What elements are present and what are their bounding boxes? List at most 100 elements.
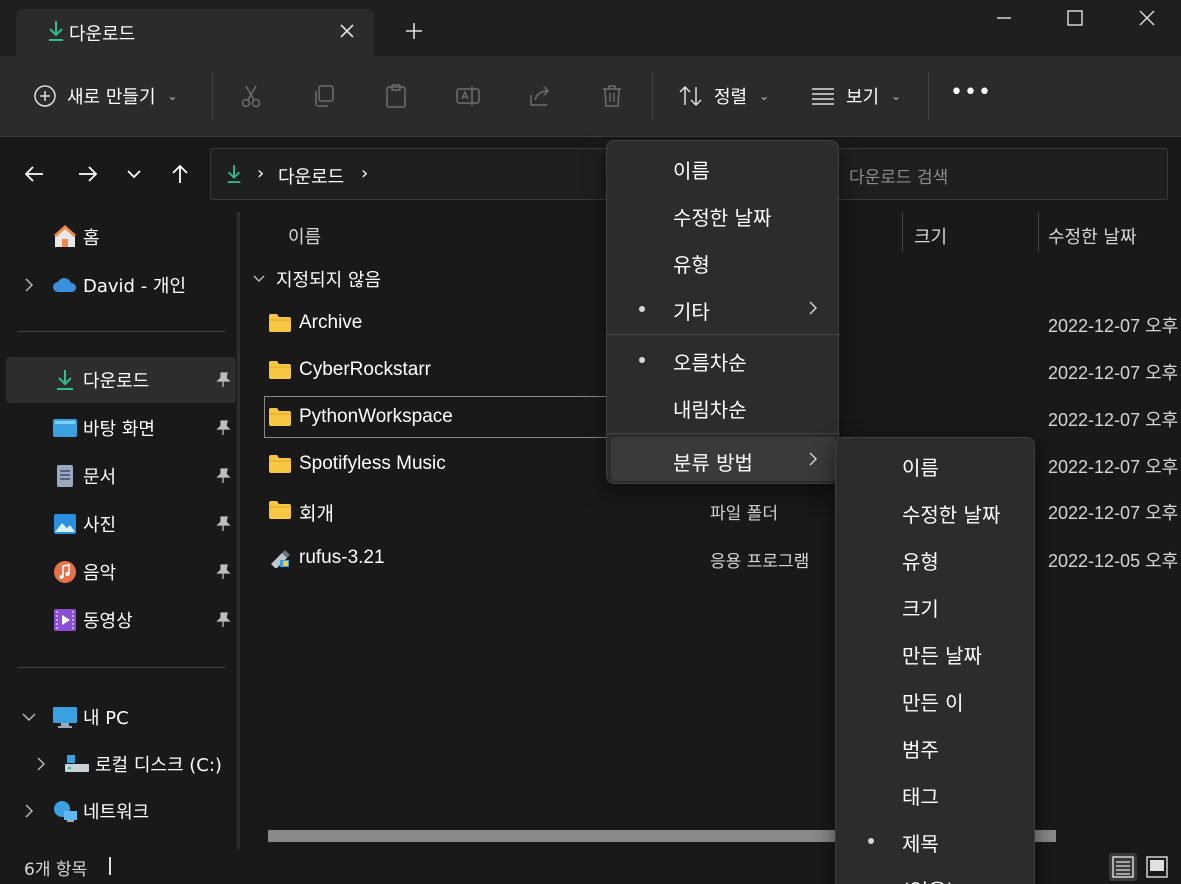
chevron-down-icon[interactable]: [20, 708, 38, 726]
sort-by-date-modified[interactable]: 수정한 날짜: [611, 192, 836, 236]
sidebar-item-label: 내 PC: [83, 708, 129, 729]
sidebar-item-home[interactable]: 홈: [6, 214, 236, 260]
sort-descending[interactable]: 내림차순: [611, 384, 836, 428]
breadcrumb-chevron-icon[interactable]: ›: [257, 163, 264, 184]
file-date: 2022-12-07 오후: [1048, 363, 1179, 383]
menu-item-label: 내림차순: [673, 398, 747, 422]
chevron-right-icon[interactable]: [20, 802, 38, 820]
copy-icon[interactable]: [311, 83, 337, 109]
menu-item-label: 오름차순: [673, 351, 747, 375]
sidebar-item-downloads[interactable]: 다운로드: [6, 357, 236, 403]
group-by-type[interactable]: 유형: [840, 536, 1032, 580]
menu-item-label: 수정한 날짜: [902, 503, 1001, 527]
menu-item-label: 만든 날짜: [902, 644, 982, 668]
rename-icon[interactable]: [455, 83, 481, 109]
minimize-icon[interactable]: [992, 6, 1016, 30]
pin-icon[interactable]: [214, 611, 232, 629]
sidebar-item-pictures[interactable]: 사진: [6, 501, 236, 547]
pin-icon[interactable]: [214, 563, 232, 581]
details-view-icon: [1112, 856, 1134, 878]
column-header-modified[interactable]: 수정한 날짜: [1048, 223, 1137, 249]
sort-button-label: 정렬: [714, 87, 748, 108]
group-by-date-created[interactable]: 만든 날짜: [840, 630, 1032, 674]
group-by-date-modified[interactable]: 수정한 날짜: [840, 489, 1032, 533]
sidebar-divider: [18, 667, 225, 668]
plus-icon[interactable]: [402, 19, 426, 43]
toolbar-divider: [928, 72, 929, 120]
group-by-name[interactable]: 이름: [840, 442, 1032, 486]
sort-menu: 이름 수정한 날짜 유형 기타 오름차순 내림차순 분류 방법: [606, 140, 840, 484]
file-name: 회개: [299, 504, 334, 525]
sidebar-item-label: 동영상: [83, 611, 133, 632]
column-separator[interactable]: [902, 212, 903, 252]
group-by-none[interactable]: (없음): [840, 865, 1032, 884]
group-by-category[interactable]: 범주: [840, 724, 1032, 768]
breadcrumb-downloads[interactable]: 다운로드: [278, 163, 344, 189]
group-header[interactable]: 지정되지 않음: [252, 266, 381, 292]
sidebar-item-desktop[interactable]: 바탕 화면: [6, 405, 236, 451]
forward-arrow-icon[interactable]: [76, 162, 100, 186]
more-icon: •••: [950, 80, 992, 105]
download-icon: [227, 165, 241, 183]
sidebar-item-label: 로컬 디스크 (C:): [95, 755, 222, 776]
column-header-name[interactable]: 이름: [288, 223, 321, 249]
sidebar-item-documents[interactable]: 문서: [6, 453, 236, 499]
more-options-button[interactable]: •••: [950, 80, 992, 105]
file-date: 2022-12-07 오후: [1048, 316, 1179, 336]
sort-by-more[interactable]: 기타: [611, 286, 836, 330]
item-count: 6개 항목: [24, 860, 88, 880]
share-icon[interactable]: [527, 83, 553, 109]
group-by[interactable]: 분류 방법: [611, 437, 836, 481]
sidebar-item-label: 음악: [83, 563, 117, 584]
back-arrow-icon[interactable]: [22, 162, 46, 186]
tab-downloads[interactable]: 다운로드: [16, 9, 374, 56]
sidebar-item-music[interactable]: 음악: [6, 549, 236, 595]
menu-item-label: 크기: [902, 597, 939, 621]
cut-icon[interactable]: [238, 83, 264, 109]
pin-icon[interactable]: [214, 467, 232, 485]
view-button[interactable]: 보기 ⌄: [810, 83, 901, 109]
new-button[interactable]: 새로 만들기 ⌄: [33, 83, 178, 109]
sidebar-item-videos[interactable]: 동영상: [6, 597, 236, 643]
column-separator[interactable]: [1038, 212, 1039, 252]
sort-button[interactable]: 정렬 ⌄: [678, 83, 769, 109]
menu-item-label: 수정한 날짜: [673, 206, 772, 230]
sort-ascending[interactable]: 오름차순: [611, 337, 836, 381]
menu-item-label: 범주: [902, 738, 939, 762]
window-close-icon[interactable]: [1135, 6, 1159, 30]
recent-locations-chevron-icon[interactable]: [122, 162, 146, 186]
address-bar[interactable]: › 다운로드 ›: [210, 148, 610, 200]
chevron-right-icon[interactable]: [20, 276, 38, 294]
maximize-icon[interactable]: [1063, 6, 1087, 30]
details-view-button[interactable]: [1109, 853, 1137, 881]
group-by-size[interactable]: 크기: [840, 583, 1032, 627]
pin-icon[interactable]: [214, 371, 232, 389]
group-by-tags[interactable]: 태그: [840, 771, 1032, 815]
search-input[interactable]: 다운로드 검색: [836, 148, 1168, 200]
sort-by-name[interactable]: 이름: [611, 145, 836, 189]
tiles-view-button[interactable]: [1143, 853, 1171, 881]
pin-icon[interactable]: [214, 515, 232, 533]
group-by-title[interactable]: 제목: [840, 818, 1032, 862]
menu-divider: [607, 433, 840, 434]
close-icon[interactable]: [334, 18, 360, 44]
sidebar-item-this-pc[interactable]: 내 PC: [6, 694, 236, 740]
column-header-size[interactable]: 크기: [914, 223, 947, 249]
chevron-right-icon[interactable]: [32, 755, 50, 773]
title-bar: 다운로드: [0, 0, 1181, 56]
paste-icon[interactable]: [383, 83, 409, 109]
navigation-bar: › 다운로드 › 다운로드 검색: [0, 138, 1181, 212]
group-by-author[interactable]: 만든 이: [840, 677, 1032, 721]
status-separator: [109, 857, 111, 875]
sidebar-item-local-disk[interactable]: 로컬 디스크 (C:): [6, 741, 236, 787]
sidebar-item-onedrive[interactable]: David - 개인: [6, 262, 236, 308]
selected-dot-icon: [639, 306, 645, 312]
delete-icon[interactable]: [599, 83, 625, 109]
sidebar-item-network[interactable]: 네트워크: [6, 788, 236, 834]
up-arrow-icon[interactable]: [168, 162, 192, 186]
sort-by-type[interactable]: 유형: [611, 239, 836, 283]
pin-icon[interactable]: [214, 419, 232, 437]
breadcrumb-chevron-icon[interactable]: ›: [361, 163, 368, 184]
file-row[interactable]: rufus-3.21 응용 프로그램 2022-12-05 오후: [262, 537, 1181, 579]
file-row[interactable]: 회개 파일 폴더 2022-12-07 오후: [262, 489, 1181, 531]
